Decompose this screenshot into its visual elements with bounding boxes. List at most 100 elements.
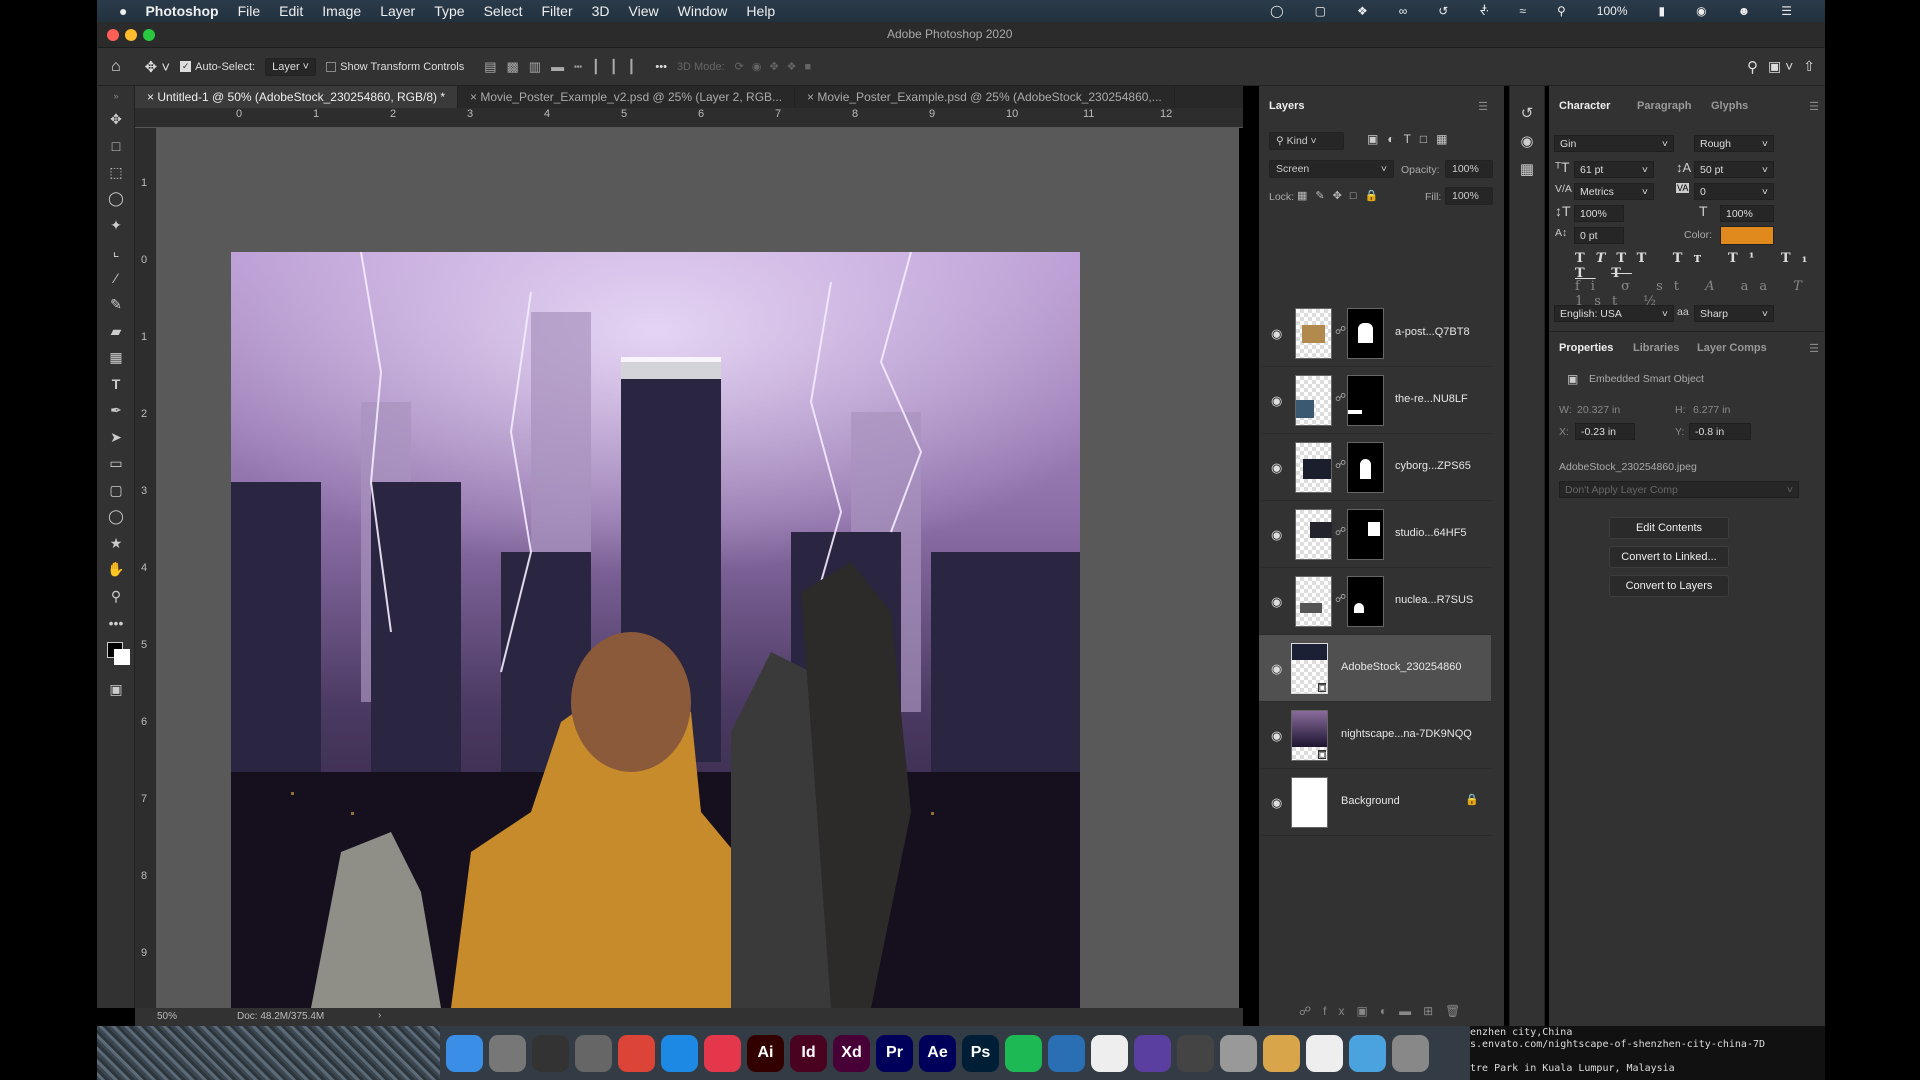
document-canvas[interactable]: [231, 252, 1080, 1008]
dock-icon-safari[interactable]: [661, 1034, 698, 1072]
color-palette-icon[interactable]: ◉: [1510, 132, 1544, 150]
menu-window[interactable]: Window: [678, 3, 728, 19]
align-icons[interactable]: ▤▩▥▬┅┃┃┃: [484, 59, 645, 75]
marquee-tool-icon[interactable]: ⬚: [97, 159, 135, 186]
more-tools-icon[interactable]: •••: [97, 610, 135, 637]
menu-view[interactable]: View: [629, 3, 659, 19]
font-style-dropdown[interactable]: Rough ˅: [1694, 135, 1774, 152]
dock-icon-system-preferences[interactable]: [575, 1034, 612, 1072]
layer-mask-thumbnail[interactable]: [1347, 509, 1384, 560]
dock-icon-finder[interactable]: [446, 1034, 483, 1072]
filter-kind-dropdown[interactable]: ⚲ Kind ˅: [1269, 132, 1344, 150]
tab-libraries[interactable]: Libraries: [1623, 332, 1689, 368]
panel-menu-icon[interactable]: ☰: [1478, 100, 1488, 113]
font-size-field[interactable]: 61 pt ˅: [1574, 161, 1654, 178]
dock-icon-app-e[interactable]: [1220, 1034, 1257, 1072]
custom-shape-tool-icon[interactable]: ★: [97, 530, 135, 557]
tab-paragraph[interactable]: Paragraph: [1627, 86, 1701, 128]
tab-movie-poster-v2[interactable]: × Movie_Poster_Example_v2.psd @ 25% (Lay…: [458, 86, 796, 108]
tab-character[interactable]: Character: [1549, 86, 1621, 128]
pen-tool-icon[interactable]: ✒: [97, 398, 135, 425]
collapse-icon[interactable]: »: [97, 86, 135, 106]
layer-row[interactable]: ◉ Background 🔒: [1259, 769, 1491, 836]
home-icon[interactable]: ⌂: [111, 58, 121, 76]
layer-mask-thumbnail[interactable]: [1347, 308, 1384, 359]
eye-icon[interactable]: ◉: [1271, 527, 1282, 543]
show-transform-checkbox[interactable]: [326, 61, 337, 72]
tracking-field[interactable]: 0 ˅: [1694, 183, 1774, 200]
dock-icon-after-effects[interactable]: Ae: [919, 1034, 956, 1072]
blend-mode-dropdown[interactable]: Screen ˅: [1269, 160, 1394, 178]
auto-select-dropdown[interactable]: Layer ˅: [265, 57, 317, 76]
user-icon[interactable]: ☻: [1738, 4, 1751, 18]
dock-icon-app-a[interactable]: [1048, 1034, 1085, 1072]
rounded-rect-tool-icon[interactable]: ▢: [97, 477, 135, 504]
apple-icon[interactable]: ●: [119, 3, 127, 19]
bluetooth-icon[interactable]: ᙻ: [1479, 4, 1488, 19]
tab-properties[interactable]: Properties: [1549, 332, 1624, 368]
menu-layer[interactable]: Layer: [380, 3, 415, 19]
tab-layer-comps[interactable]: Layer Comps: [1687, 332, 1777, 368]
eye-icon[interactable]: ◉: [1271, 326, 1282, 342]
workspace-icon[interactable]: ▣ ˅: [1768, 58, 1793, 75]
fx-icon[interactable]: fx: [1323, 1004, 1356, 1018]
layer-row-selected[interactable]: ◉ ▣ AdobeStock_230254860: [1259, 635, 1491, 702]
dock-icon-downloads[interactable]: [1349, 1034, 1386, 1072]
new-group-icon[interactable]: ▬: [1399, 1004, 1423, 1018]
zoom-level[interactable]: 50%: [157, 1011, 177, 1022]
notification-center-icon[interactable]: ☰: [1781, 4, 1792, 18]
panel-menu-icon[interactable]: ☰: [1809, 100, 1819, 113]
vertical-scale-field[interactable]: 100%: [1574, 205, 1624, 222]
lasso-tool-icon[interactable]: ◯: [97, 186, 135, 213]
dock-icon-photoshop[interactable]: Ps: [962, 1034, 999, 1072]
wifi-icon[interactable]: ≈: [1519, 4, 1526, 18]
leading-field[interactable]: 50 pt ˅: [1694, 161, 1774, 178]
history-icon[interactable]: ↺: [1510, 104, 1544, 122]
magic-wand-tool-icon[interactable]: ✦: [97, 212, 135, 239]
siri-icon[interactable]: ◉: [1696, 4, 1706, 18]
link-icon[interactable]: ☍: [1335, 391, 1346, 404]
search-icon[interactable]: ⚲: [1557, 4, 1566, 18]
auto-select-checkbox[interactable]: ✓: [180, 61, 192, 72]
layer-row[interactable]: ◉ ☍ the-re...NU8LF: [1259, 367, 1491, 434]
swatches-grid-icon[interactable]: ▦: [1510, 160, 1544, 178]
link-icon[interactable]: ☍: [1335, 458, 1346, 471]
tab-glyphs[interactable]: Glyphs: [1701, 86, 1758, 128]
delete-layer-icon[interactable]: 🗑: [1445, 1004, 1472, 1018]
x-field[interactable]: -0.23 in: [1575, 423, 1635, 440]
menu-type[interactable]: Type: [434, 3, 464, 19]
antialias-dropdown[interactable]: Sharp ˅: [1694, 305, 1774, 322]
eye-icon[interactable]: ◉: [1271, 460, 1282, 476]
ellipse-tool-icon[interactable]: ◯: [97, 504, 135, 531]
menu-edit[interactable]: Edit: [279, 3, 303, 19]
eye-icon[interactable]: ◉: [1271, 594, 1282, 610]
artboard-tool-icon[interactable]: □: [97, 133, 135, 160]
panel-menu-icon[interactable]: ☰: [1809, 342, 1819, 355]
lock-icons[interactable]: ▦✎✥□🔒: [1297, 189, 1386, 202]
dock-icon-app-b[interactable]: [1091, 1034, 1128, 1072]
opacity-field[interactable]: 100%: [1445, 160, 1493, 178]
move-tool-preset-icon[interactable]: ✥ ˅: [145, 58, 171, 76]
3d-mode-icons[interactable]: ⟳◉✥❖■: [735, 60, 820, 73]
brush-tool-icon[interactable]: ✎: [97, 292, 135, 319]
zoom-window-button[interactable]: [143, 29, 155, 41]
zoom-tool-icon[interactable]: ⚲: [97, 583, 135, 610]
language-dropdown[interactable]: English: USA ˅: [1554, 305, 1674, 322]
type-style-buttons[interactable]: TTTT Tᴛ T¹ T₁ T T: [1575, 251, 1825, 281]
link-icon[interactable]: ☍: [1335, 525, 1346, 538]
layer-row[interactable]: ◉ ☍ a-post...Q7BT8: [1259, 300, 1491, 367]
menu-select[interactable]: Select: [484, 3, 523, 19]
eraser-tool-icon[interactable]: ▰: [97, 318, 135, 345]
adjustment-layer-icon[interactable]: ◐: [1380, 1004, 1399, 1018]
eye-icon[interactable]: ◉: [1271, 795, 1282, 811]
dock-icon-textedit[interactable]: [1306, 1034, 1343, 1072]
crop-tool-icon[interactable]: ⌞: [97, 239, 135, 266]
menu-app[interactable]: Photoshop: [145, 3, 218, 19]
tab-untitled-1[interactable]: × Untitled-1 @ 50% (AdobeStock_230254860…: [135, 86, 459, 108]
kerning-dropdown[interactable]: Metrics ˅: [1574, 183, 1654, 200]
eyedropper-tool-icon[interactable]: ⁄: [97, 265, 135, 292]
lock-icon[interactable]: 🔒: [1465, 793, 1479, 806]
rectangle-tool-icon[interactable]: ▭: [97, 451, 135, 478]
layer-mask-thumbnail[interactable]: [1347, 576, 1384, 627]
dock-icon-preview[interactable]: [1263, 1034, 1300, 1072]
